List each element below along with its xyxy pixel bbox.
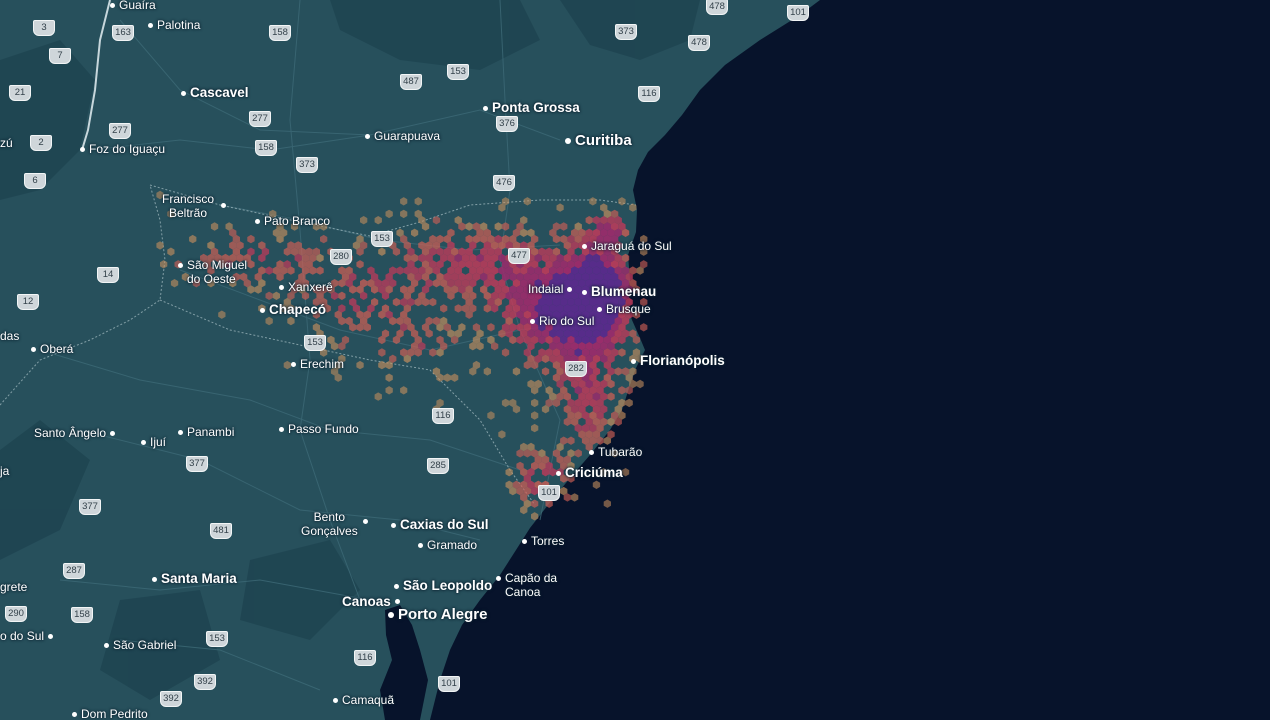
city-label[interactable]: Brusque	[597, 302, 651, 316]
highway-shield: 153	[304, 335, 326, 351]
city-label[interactable]: Pato Branco	[255, 214, 330, 228]
highway-shield: 116	[638, 86, 660, 102]
city-label[interactable]: Ponta Grossa	[483, 100, 580, 115]
city-label-cut[interactable]: ja	[0, 464, 9, 478]
city-label[interactable]: Foz do Iguaçu	[80, 142, 165, 156]
highway-shield: 7	[49, 48, 71, 64]
city-label[interactable]: Santa Maria	[152, 571, 237, 586]
city-label[interactable]: Erechim	[291, 357, 344, 371]
city-label[interactable]: Camaquã	[333, 693, 394, 707]
city-label[interactable]: Francisco Beltrão	[162, 192, 227, 220]
highway-shield: 487	[400, 74, 422, 90]
city-label[interactable]: Panambi	[178, 425, 234, 439]
highway-shield: 14	[97, 267, 119, 283]
city-label[interactable]: Santo Ângelo	[34, 426, 116, 440]
highway-shield: 392	[160, 691, 182, 707]
city-label[interactable]: Jaraguá do Sul	[582, 239, 672, 253]
highway-shield: 285	[427, 458, 449, 474]
highway-shield: 277	[109, 123, 131, 139]
highway-shield: 376	[496, 116, 518, 132]
highway-shield: 21	[9, 85, 31, 101]
city-label[interactable]: Xanxerê	[279, 280, 333, 294]
city-label[interactable]: Bento Gonçalves	[301, 510, 368, 538]
city-label[interactable]: Torres	[522, 534, 564, 548]
highway-shield: 158	[71, 607, 93, 623]
city-label-cut[interactable]: das	[0, 329, 19, 343]
city-label[interactable]: Guaíra	[110, 0, 156, 12]
highway-shield: 163	[112, 25, 134, 41]
highway-shield: 101	[538, 485, 560, 501]
highway-shield: 477	[508, 248, 530, 264]
highway-shield: 282	[565, 361, 587, 377]
highway-shield: 153	[206, 631, 228, 647]
highway-shield: 478	[688, 35, 710, 51]
city-label[interactable]: Curitiba	[565, 132, 632, 149]
highway-shield: 116	[432, 408, 454, 424]
city-label-cut[interactable]: o do Sul	[0, 629, 54, 643]
highway-shield: 6	[24, 173, 46, 189]
city-label[interactable]: Cascavel	[181, 85, 249, 100]
highway-shield: 377	[79, 499, 101, 515]
highway-shield: 116	[354, 650, 376, 666]
city-label[interactable]: Palotina	[148, 18, 200, 32]
highway-shield: 478	[706, 0, 728, 15]
highway-shield: 277	[249, 111, 271, 127]
highway-shield: 287	[63, 563, 85, 579]
city-label[interactable]: Porto Alegre	[388, 606, 487, 623]
city-label[interactable]: Chapecó	[260, 302, 326, 317]
city-label[interactable]: Oberá	[31, 342, 73, 356]
city-label[interactable]: Passo Fundo	[279, 422, 359, 436]
city-label[interactable]: Tubarão	[589, 445, 642, 459]
city-label[interactable]: Blumenau	[582, 284, 656, 299]
city-label[interactable]: Florianópolis	[631, 353, 725, 368]
city-label[interactable]: São Gabriel	[104, 638, 176, 652]
city-label[interactable]: São Miguel do Oeste	[178, 258, 247, 286]
highway-shield: 280	[330, 249, 352, 265]
city-label[interactable]: São Leopoldo	[394, 578, 492, 593]
city-label[interactable]: Rio do Sul	[530, 314, 594, 328]
city-label[interactable]: Capão da Canoa	[496, 571, 557, 599]
map-canvas[interactable]: Guaíra Palotina Cascavel Foz do Iguaçu P…	[0, 0, 1270, 720]
city-label[interactable]: Indaial	[528, 282, 573, 296]
city-label[interactable]: Criciúma	[556, 465, 623, 480]
highway-shield: 373	[615, 24, 637, 40]
highway-shield: 392	[194, 674, 216, 690]
city-label[interactable]: Ijuí	[141, 435, 166, 449]
highway-shield: 153	[371, 231, 393, 247]
highway-shield: 101	[438, 676, 460, 692]
city-label[interactable]: Canoas	[342, 594, 400, 609]
city-label[interactable]: Gramado	[418, 538, 477, 552]
highway-shield: 153	[447, 64, 469, 80]
highway-shield: 476	[493, 175, 515, 191]
city-label-cut[interactable]: zú	[0, 136, 13, 150]
highway-shield: 158	[269, 25, 291, 41]
city-label[interactable]: Guarapuava	[365, 129, 440, 143]
highway-shield: 3	[33, 20, 55, 36]
city-label[interactable]: Caxias do Sul	[391, 517, 489, 532]
highway-shield: 158	[255, 140, 277, 156]
highway-shield: 373	[296, 157, 318, 173]
highway-shield: 101	[787, 5, 809, 21]
highway-shield: 12	[17, 294, 39, 310]
highway-shield: 290	[5, 606, 27, 622]
city-label-cut[interactable]: grete	[0, 580, 27, 594]
city-label[interactable]: Dom Pedrito	[72, 707, 148, 720]
highway-shield: 2	[30, 135, 52, 151]
highway-shield: 481	[210, 523, 232, 539]
highway-shield: 377	[186, 456, 208, 472]
